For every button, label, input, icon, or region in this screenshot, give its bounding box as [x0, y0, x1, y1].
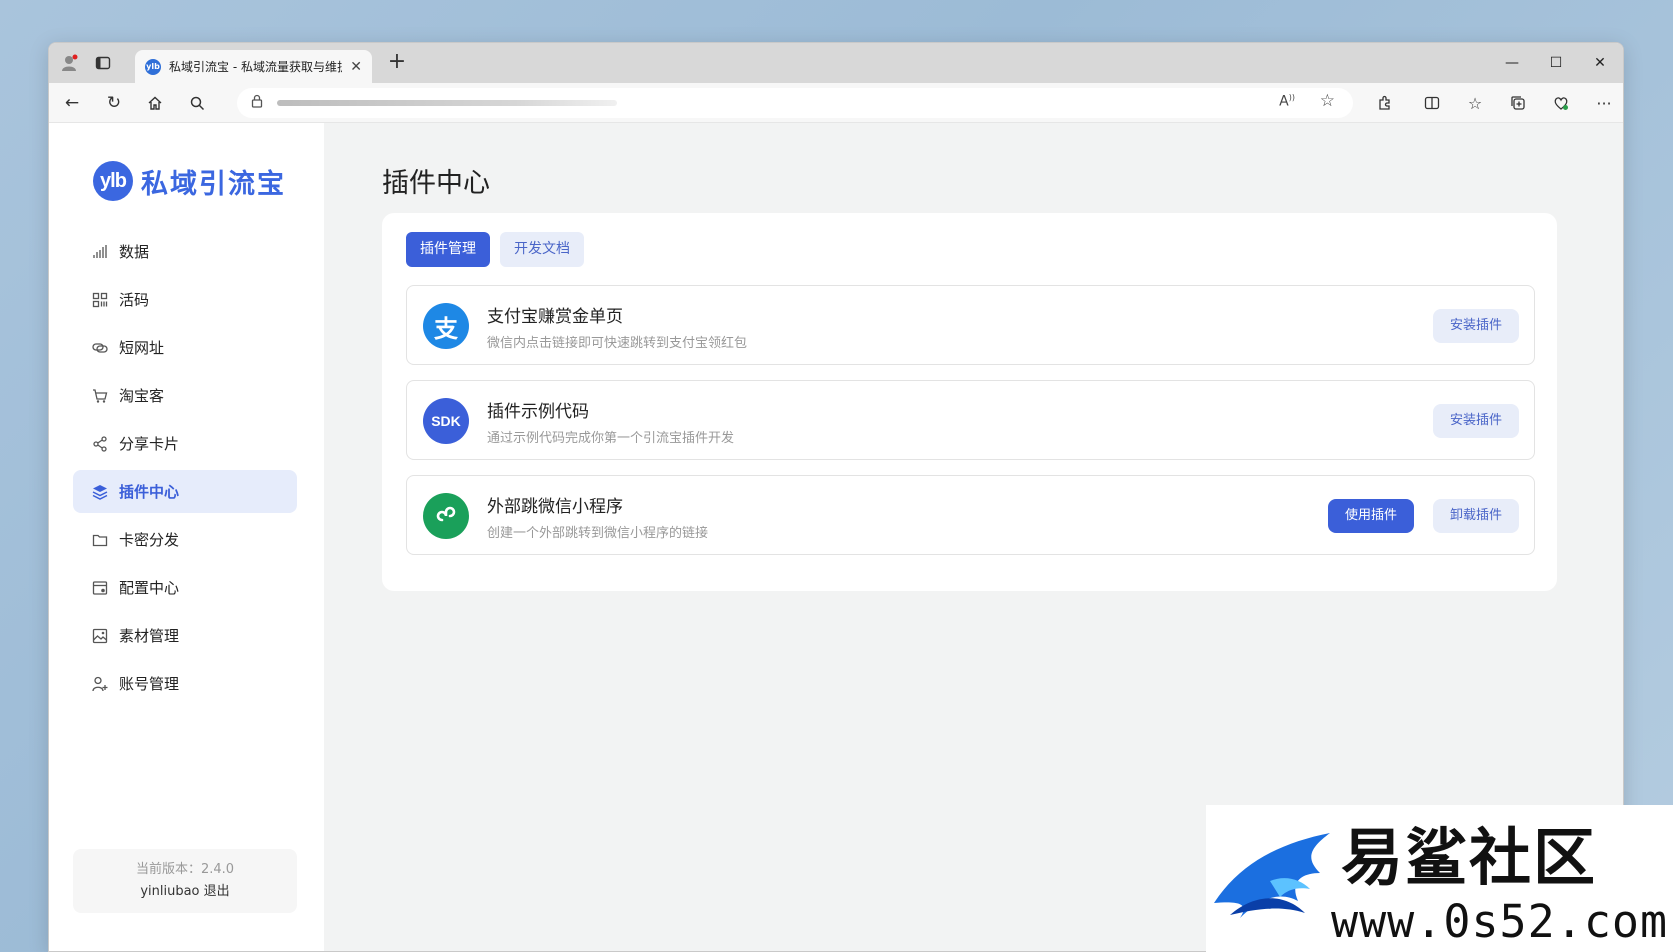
link-icon [91, 339, 109, 357]
sidebar-item-label: 短网址 [119, 339, 165, 357]
navigation-bar: ← ↻ A)) ☆ ☆ ··· [49, 83, 1623, 123]
more-options-icon[interactable]: ··· [1591, 91, 1617, 115]
collections-icon[interactable] [1505, 91, 1531, 115]
sidebar-item-plugins[interactable]: 插件中心 [73, 470, 297, 513]
address-bar[interactable]: A)) ☆ [237, 88, 1353, 118]
extensions-icon[interactable] [1372, 91, 1398, 115]
page-title: 插件中心 [382, 168, 490, 199]
install-plugin-button[interactable]: 安装插件 [1432, 404, 1519, 438]
tab-actions-icon[interactable] [91, 51, 115, 75]
logo[interactable]: ylb 私域引流宝 [93, 161, 286, 201]
sidebar-item-shorturl[interactable]: 短网址 [73, 326, 297, 369]
lock-icon[interactable] [251, 94, 263, 112]
favorite-star-icon[interactable]: ☆ [1320, 91, 1335, 111]
url-text-blurred [277, 100, 617, 106]
sidebar-item-label: 账号管理 [119, 675, 180, 693]
logout-link[interactable]: 退出 [204, 884, 230, 899]
plugin-item-miniprogram: 外部跳微信小程序 创建一个外部跳转到微信小程序的链接 使用插件 卸载插件 [406, 475, 1535, 555]
image-icon [91, 627, 109, 645]
plugin-description: 创建一个外部跳转到微信小程序的链接 [487, 526, 709, 541]
tab-title: 私域引流宝 - 私域流量获取与维护 [169, 60, 343, 74]
username: yinliubao [140, 884, 200, 899]
sidebar-item-livecode[interactable]: 活码 [73, 278, 297, 321]
plugins-card: 插件管理 开发文档 支 支付宝赚赏金单页 微信内点击链接即可快速跳转到支付宝领红… [382, 213, 1557, 591]
browser-tab[interactable]: ylb 私域引流宝 - 私域流量获取与维护 ✕ [135, 50, 372, 83]
chart-icon [91, 243, 109, 261]
uninstall-plugin-button[interactable]: 卸载插件 [1432, 499, 1519, 533]
close-window-icon[interactable]: ✕ [1577, 49, 1623, 77]
layers-icon [91, 483, 109, 501]
new-tab-icon[interactable]: + [385, 51, 409, 75]
plugin-description: 微信内点击链接即可快速跳转到支付宝领红包 [487, 336, 748, 351]
sidebar-item-sharecard[interactable]: 分享卡片 [73, 422, 297, 465]
tab-dev-docs[interactable]: 开发文档 [500, 232, 584, 267]
plugin-name: 外部跳微信小程序 [487, 497, 623, 517]
alipay-icon: 支 [423, 303, 469, 349]
tab-bar: ylb 私域引流宝 - 私域流量获取与维护 ✕ + — ☐ ✕ [49, 43, 1623, 83]
logo-name: 私域引流宝 [141, 168, 286, 200]
use-plugin-button[interactable]: 使用插件 [1327, 499, 1414, 533]
plugin-item-alipay: 支 支付宝赚赏金单页 微信内点击链接即可快速跳转到支付宝领红包 安装插件 [406, 285, 1535, 365]
sidebar-item-label: 活码 [119, 291, 150, 309]
shark-logo-icon [1214, 833, 1330, 918]
sidebar-item-label: 分享卡片 [119, 435, 180, 453]
search-icon[interactable] [184, 91, 210, 115]
sidebar-item-label: 配置中心 [119, 579, 180, 597]
cart-icon [91, 387, 109, 405]
plugin-description: 通过示例代码完成你第一个引流宝插件开发 [487, 431, 735, 446]
favorites-icon[interactable]: ☆ [1462, 91, 1488, 115]
split-screen-icon[interactable] [1419, 91, 1445, 115]
logo-mark: ylb [93, 161, 133, 201]
sidebar-item-data[interactable]: 数据 [73, 230, 297, 273]
read-aloud-icon[interactable]: A)) [1279, 93, 1295, 110]
sidebar: ylb 私域引流宝 数据 活码 短网址 淘宝客 分享卡片 插件中心 卡密分发 配… [49, 123, 324, 951]
refresh-icon[interactable]: ↻ [101, 91, 127, 115]
maximize-icon[interactable]: ☐ [1533, 49, 1579, 77]
sidebar-item-cardkey[interactable]: 卡密分发 [73, 518, 297, 561]
tab-favicon: ylb [145, 58, 161, 75]
close-tab-icon[interactable]: ✕ [350, 59, 362, 75]
minimize-icon[interactable]: — [1489, 49, 1535, 77]
miniprogram-icon [423, 493, 469, 539]
sidebar-item-label: 淘宝客 [119, 387, 165, 405]
sidebar-item-label: 数据 [119, 243, 150, 261]
install-plugin-button[interactable]: 安装插件 [1432, 309, 1519, 343]
plugin-name: 插件示例代码 [487, 402, 589, 422]
sidebar-menu: 数据 活码 短网址 淘宝客 分享卡片 插件中心 卡密分发 配置中心 素材管理 账… [73, 230, 297, 710]
profile-icon[interactable] [57, 51, 81, 75]
qr-grid-icon [91, 291, 109, 309]
settings-panel-icon [91, 579, 109, 597]
share-icon [91, 435, 109, 453]
plugin-tabs: 插件管理 开发文档 [406, 232, 584, 267]
browser-essentials-icon[interactable] [1548, 91, 1574, 115]
watermark-url: www.0s52.com [1331, 895, 1669, 948]
sidebar-item-taobaoke[interactable]: 淘宝客 [73, 374, 297, 417]
sidebar-item-accounts[interactable]: 账号管理 [73, 662, 297, 705]
sdk-icon: SDK [423, 398, 469, 444]
sidebar-item-config[interactable]: 配置中心 [73, 566, 297, 609]
watermark-title: 易鲨社区 [1341, 821, 1598, 894]
watermark: 易鲨社区 www.0s52.com [1206, 805, 1673, 952]
sidebar-item-label: 卡密分发 [119, 531, 180, 549]
home-icon[interactable] [142, 91, 168, 115]
sidebar-item-materials[interactable]: 素材管理 [73, 614, 297, 657]
version-label: 当前版本：2.4.0 [135, 862, 235, 877]
plugin-item-sdk: SDK 插件示例代码 通过示例代码完成你第一个引流宝插件开发 安装插件 [406, 380, 1535, 460]
plugin-name: 支付宝赚赏金单页 [487, 307, 623, 327]
sidebar-item-label: 插件中心 [119, 483, 180, 501]
sidebar-item-label: 素材管理 [119, 627, 180, 645]
version-box: 当前版本：2.4.0 yinliubao 退出 [73, 849, 297, 913]
folder-icon [91, 531, 109, 549]
tab-plugin-management[interactable]: 插件管理 [406, 232, 490, 267]
user-add-icon [91, 675, 109, 693]
back-icon[interactable]: ← [59, 91, 85, 115]
